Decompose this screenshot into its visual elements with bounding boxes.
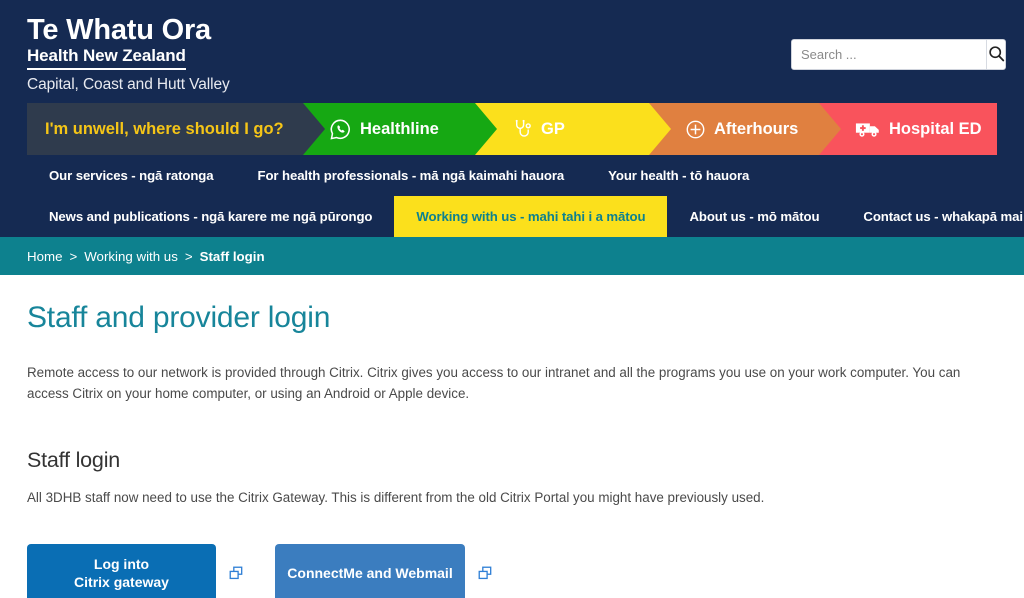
search-submit-button[interactable]	[986, 40, 1005, 69]
nav-label: News and publications - ngā karere me ng…	[49, 209, 373, 224]
breadcrumb-separator: >	[69, 248, 78, 264]
connectme-webmail-group: ConnectMe and Webmail	[275, 544, 492, 598]
nav-item-health-professionals[interactable]: For health professionals - mā ngā kaimah…	[236, 155, 587, 196]
nav-item-your-health[interactable]: Your health - tō hauora	[586, 155, 771, 196]
breadcrumb: Home > Working with us > Staff login	[0, 237, 1024, 275]
breadcrumb-separator: >	[184, 248, 193, 264]
main-navigation: Our services - ngā ratonga For health pr…	[0, 155, 1024, 237]
search-icon	[988, 45, 1005, 65]
log-into-citrix-gateway-button[interactable]: Log into Citrix gateway	[27, 544, 216, 598]
nav-label: Your health - tō hauora	[608, 168, 750, 183]
nav-row-1: Our services - ngā ratonga For health pr…	[27, 155, 1024, 196]
logo-title-secondary: Health New Zealand	[27, 46, 186, 70]
logo-region: Capital, Coast and Hutt Valley	[27, 76, 230, 93]
intro-paragraph: Remote access to our network is provided…	[27, 365, 961, 401]
nav-label: About us - mō mātou	[689, 209, 820, 224]
nav-label: Working with us - mahi tahi i a mātou	[416, 209, 646, 224]
nav-item-about-us[interactable]: About us - mō mātou	[667, 196, 841, 237]
ambulance-icon	[855, 118, 881, 140]
search-bar[interactable]	[791, 39, 1006, 70]
nav-label: For health professionals - mā ngā kaimah…	[257, 168, 565, 183]
nav-item-our-services[interactable]: Our services - ngā ratonga	[27, 155, 236, 196]
main-content: Staff and provider login Remote access t…	[0, 275, 1024, 598]
citrix-gateway-group: Log into Citrix gateway	[27, 544, 243, 598]
external-link-icon[interactable]	[478, 566, 492, 580]
connectme-and-webmail-button[interactable]: ConnectMe and Webmail	[275, 544, 465, 598]
banner-label: Afterhours	[714, 119, 799, 138]
nav-label: Our services - ngā ratonga	[49, 168, 214, 183]
nav-item-news-publications[interactable]: News and publications - ngā karere me ng…	[27, 196, 394, 237]
banner-item-afterhours[interactable]: Afterhours	[649, 103, 841, 155]
section-title-staff-login: Staff login	[27, 448, 121, 472]
banner-label: I'm unwell, where should I go?	[45, 119, 284, 138]
login-button-row: Log into Citrix gateway ConnectMe and We…	[27, 544, 997, 598]
breadcrumb-item-working-with-us[interactable]: Working with us	[84, 249, 178, 264]
banner-label: Healthline	[360, 119, 439, 138]
breadcrumb-item-current: Staff login	[199, 248, 265, 264]
nav-row-2: News and publications - ngā karere me ng…	[27, 196, 1024, 237]
nav-item-contact-us[interactable]: Contact us - whakapā mai	[841, 196, 1024, 237]
nav-item-working-with-us[interactable]: Working with us - mahi tahi i a mātou	[394, 196, 668, 237]
banner-label: GP	[541, 119, 565, 138]
banner-item-unwell[interactable]: I'm unwell, where should I go?	[27, 103, 325, 155]
banner-label: Hospital ED	[889, 119, 982, 138]
site-header: Te Whatu Ora Health New Zealand Capital,…	[0, 0, 1024, 103]
page-title: Staff and provider login	[27, 301, 331, 334]
triage-banner: I'm unwell, where should I go? Healthlin…	[0, 103, 1024, 155]
nav-label: Contact us - whakapā mai	[863, 209, 1023, 224]
breadcrumb-item-home[interactable]: Home	[27, 249, 62, 264]
plus-circle-icon	[685, 119, 706, 140]
phone-bubble-icon	[329, 118, 352, 141]
stethoscope-icon	[510, 118, 533, 141]
external-link-icon[interactable]	[229, 566, 243, 580]
banner-item-healthline[interactable]: Healthline	[303, 103, 497, 155]
search-input[interactable]	[792, 40, 986, 69]
banner-item-gp[interactable]: GP	[475, 103, 671, 155]
section-paragraph: All 3DHB staff now need to use the Citri…	[27, 490, 765, 505]
banner-item-hospital-ed[interactable]: Hospital ED	[819, 103, 997, 155]
